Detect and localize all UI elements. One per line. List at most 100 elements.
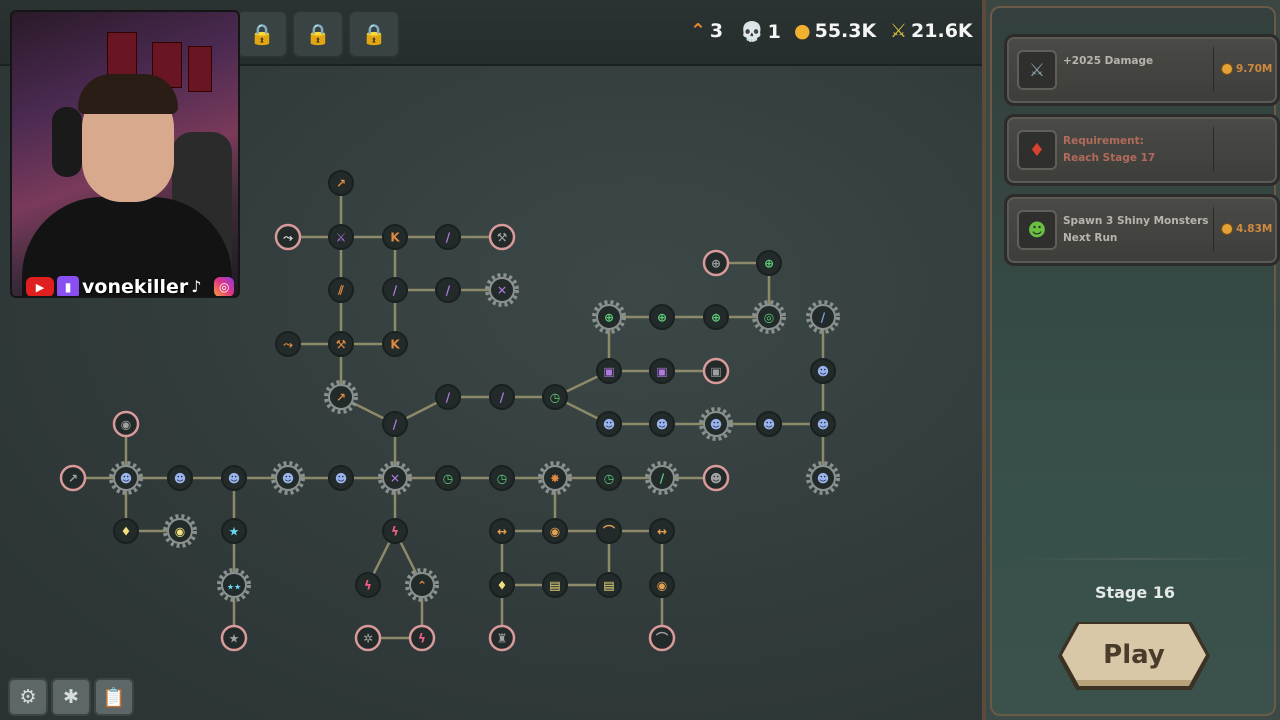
- skill-node[interactable]: ☻: [810, 411, 836, 437]
- skill-node[interactable]: ⊕: [592, 300, 626, 334]
- skill-node[interactable]: ◷: [596, 465, 622, 491]
- requirement-text: Requirement: Reach Stage 17: [1063, 135, 1156, 164]
- skill-node[interactable]: ♦: [113, 518, 139, 544]
- card-divider: [1213, 47, 1214, 91]
- skill-node-icon: ϟ: [418, 632, 426, 646]
- skill-node-icon: /: [446, 231, 451, 245]
- skill-node[interactable]: /: [435, 224, 461, 250]
- skill-node[interactable]: ↗: [328, 170, 354, 196]
- skill-node-icon: ◉: [550, 525, 560, 539]
- skill-node[interactable]: ⊕: [756, 250, 782, 276]
- skill-node[interactable]: ▤: [542, 572, 568, 598]
- skill-node[interactable]: ⌒: [596, 518, 622, 544]
- skill-node[interactable]: /: [435, 277, 461, 303]
- skill-node[interactable]: ☻: [702, 464, 730, 492]
- skill-node[interactable]: ▣: [702, 357, 730, 385]
- skill-node[interactable]: ▤: [596, 572, 622, 598]
- skill-node[interactable]: ✲: [354, 624, 382, 652]
- settings-button[interactable]: ⚙: [8, 678, 48, 716]
- skill-node[interactable]: ☻: [271, 461, 305, 495]
- skill-node[interactable]: ◉: [112, 410, 140, 438]
- skill-node-icon: ♦: [121, 525, 132, 539]
- skill-node-icon: K: [390, 338, 400, 352]
- clipboard-button[interactable]: 📋: [94, 678, 134, 716]
- skill-node[interactable]: ✸: [538, 461, 572, 495]
- skill-node[interactable]: /: [435, 384, 461, 410]
- skill-node[interactable]: ⫽: [328, 277, 354, 303]
- skill-node-icon: /: [500, 391, 505, 405]
- skill-node[interactable]: ⚔: [328, 224, 354, 250]
- skill-node-icon: ⊕: [764, 257, 774, 271]
- skill-node-icon: ⊕: [711, 311, 721, 325]
- skill-node[interactable]: ▣: [596, 358, 622, 384]
- skill-node[interactable]: ☻: [649, 411, 675, 437]
- skill-node[interactable]: ⚒: [328, 331, 354, 357]
- skill-node[interactable]: /: [645, 461, 679, 495]
- skill-node[interactable]: ◷: [435, 465, 461, 491]
- skill-node[interactable]: ☻: [596, 411, 622, 437]
- skill-node-icon: ⚒: [497, 231, 508, 245]
- skill-node[interactable]: ★: [221, 518, 247, 544]
- skill-node-icon: ◉: [175, 525, 185, 539]
- skill-node[interactable]: ⌃: [405, 568, 439, 602]
- skill-node[interactable]: ☻: [109, 461, 143, 495]
- skill-node[interactable]: ✕: [378, 461, 412, 495]
- skill-node[interactable]: ◉: [163, 514, 197, 548]
- skill-node[interactable]: ☻: [328, 465, 354, 491]
- skill-node-icon: ⌒: [602, 524, 615, 539]
- skill-node[interactable]: ♜: [488, 624, 516, 652]
- skill-node[interactable]: ◷: [489, 465, 515, 491]
- skill-node[interactable]: ◷: [542, 384, 568, 410]
- skill-node-icon: ☻: [710, 418, 723, 432]
- skills-burst-icon: ✱: [63, 686, 79, 708]
- skills-button[interactable]: ✱: [51, 678, 91, 716]
- skill-node[interactable]: ◉: [649, 572, 675, 598]
- skill-node[interactable]: ⊕: [703, 304, 729, 330]
- upgrade-card-shiny[interactable]: ☻ Spawn 3 Shiny Monsters Next Run 4.83M: [1004, 194, 1280, 266]
- skill-node[interactable]: /: [489, 384, 515, 410]
- skill-node[interactable]: /: [382, 277, 408, 303]
- skill-node[interactable]: ♦: [489, 572, 515, 598]
- skill-node[interactable]: ★★: [217, 568, 251, 602]
- skill-node[interactable]: ▣: [649, 358, 675, 384]
- skill-node[interactable]: ↔: [649, 518, 675, 544]
- upgrade-card-locked[interactable]: ♦ Requirement: Reach Stage 17: [1004, 114, 1280, 186]
- skill-node[interactable]: /: [806, 300, 840, 334]
- skill-node[interactable]: K: [382, 331, 408, 357]
- skill-node[interactable]: ⊕: [649, 304, 675, 330]
- skill-node[interactable]: ⚒: [488, 223, 516, 251]
- red-gem-icon: ♦: [1017, 130, 1057, 170]
- skill-node[interactable]: ◎: [752, 300, 786, 334]
- skill-node[interactable]: ☻: [810, 358, 836, 384]
- poster-image: [107, 32, 137, 78]
- skill-node[interactable]: /: [382, 411, 408, 437]
- skill-node[interactable]: ⊕: [702, 249, 730, 277]
- skill-node[interactable]: ⌒: [648, 624, 676, 652]
- green-monster-icon: ☻: [1017, 210, 1057, 250]
- skill-node[interactable]: ☻: [221, 465, 247, 491]
- skill-node[interactable]: ↔: [489, 518, 515, 544]
- skill-node[interactable]: ϟ: [382, 518, 408, 544]
- skill-node[interactable]: ☻: [167, 465, 193, 491]
- sword-upgrade-icon: ⚔: [1017, 50, 1057, 90]
- skill-node[interactable]: ☻: [756, 411, 782, 437]
- play-button[interactable]: Play: [1062, 624, 1206, 686]
- poster-image: [188, 46, 212, 92]
- skill-node[interactable]: ϟ: [408, 624, 436, 652]
- skill-node[interactable]: ⤳: [274, 223, 302, 251]
- skill-node[interactable]: ⤳: [275, 331, 301, 357]
- skill-node[interactable]: ☻: [806, 461, 840, 495]
- skill-node[interactable]: ✕: [485, 273, 519, 307]
- skill-node[interactable]: ◉: [542, 518, 568, 544]
- skill-node-icon: ⌃: [417, 579, 427, 593]
- skill-node[interactable]: ϟ: [355, 572, 381, 598]
- skill-node-icon: ↗: [68, 472, 78, 486]
- skill-node[interactable]: ↗: [59, 464, 87, 492]
- skill-node[interactable]: ☻: [699, 407, 733, 441]
- upgrade-card-damage[interactable]: ⚔ +2025 Damage 9.70M: [1004, 34, 1280, 106]
- skill-node[interactable]: ↗: [324, 380, 358, 414]
- skill-node[interactable]: K: [382, 224, 408, 250]
- skill-node[interactable]: ★: [220, 624, 248, 652]
- upgrade-title: +2025 Damage: [1063, 55, 1154, 67]
- skill-node-icon: ⊕: [711, 257, 721, 271]
